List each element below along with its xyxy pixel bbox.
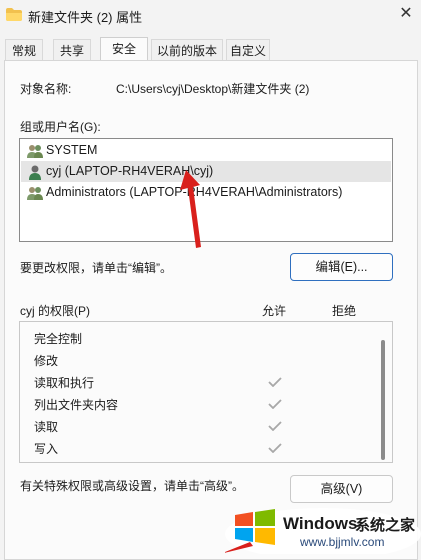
object-name-label: 对象名称: — [20, 82, 72, 96]
permissions-list[interactable]: 完全控制 修改 读取和执行 列出文件夹内容 读取 写入 — [19, 321, 393, 463]
permission-row: 修改 — [34, 352, 274, 369]
tab-previous-versions[interactable]: 以前的版本 — [151, 39, 223, 61]
check-icon — [268, 443, 282, 453]
permission-row: 列出文件夹内容 — [34, 396, 274, 413]
permission-name: 读取和执行 — [34, 376, 95, 390]
change-permissions-hint: 要更改权限，请单击“编辑”。 — [20, 261, 172, 275]
watermark-brand: Windows — [283, 514, 358, 533]
user-name: SYSTEM — [46, 143, 98, 157]
check-icon — [268, 421, 282, 431]
user-row-system[interactable]: SYSTEM — [21, 140, 391, 161]
check-icon — [268, 377, 282, 387]
close-button[interactable]: ✕ — [393, 2, 419, 26]
tab-security[interactable]: 安全 — [100, 37, 148, 61]
object-name-value: C:\Users\cyj\Desktop\新建文件夹 (2) — [116, 82, 310, 96]
tab-general[interactable]: 常规 — [5, 39, 43, 61]
permission-row: 读取和执行 — [34, 374, 274, 391]
scrollbar[interactable] — [381, 340, 385, 460]
permission-row: 完全控制 — [34, 330, 274, 347]
advanced-button[interactable]: 高级(V) — [290, 475, 393, 503]
check-icon — [268, 399, 282, 409]
watermark-sub: 系统之家 — [355, 517, 416, 534]
deny-header: 拒绝 — [332, 304, 357, 318]
allow-header: 允许 — [262, 304, 287, 318]
folder-icon — [6, 8, 22, 21]
permission-name: 写入 — [34, 442, 59, 456]
permissions-for-label: cyj 的权限(P) — [20, 304, 90, 318]
user-icon — [29, 165, 41, 180]
permission-name: 完全控制 — [34, 332, 83, 346]
permission-name: 读取 — [34, 420, 59, 434]
group-users-icon — [27, 187, 43, 200]
groups-label: 组或用户名(G): — [20, 120, 101, 134]
permission-row: 写入 — [34, 440, 274, 457]
edit-button[interactable]: 编辑(E)... — [290, 253, 393, 281]
permission-row: 读取 — [34, 418, 274, 435]
advanced-hint: 有关特殊权限或高级设置，请单击“高级”。 — [20, 479, 244, 493]
group-users-icon — [27, 145, 43, 158]
window-title: 新建文件夹 (2) 属性 — [28, 10, 143, 25]
watermark-url: www.bjjmlv.com — [300, 535, 385, 549]
annotation-arrow-icon — [180, 170, 201, 248]
permission-name: 列出文件夹内容 — [34, 398, 119, 412]
tab-customize[interactable]: 自定义 — [226, 39, 270, 61]
tab-sharing[interactable]: 共享 — [53, 39, 91, 61]
permission-name: 修改 — [34, 354, 59, 368]
